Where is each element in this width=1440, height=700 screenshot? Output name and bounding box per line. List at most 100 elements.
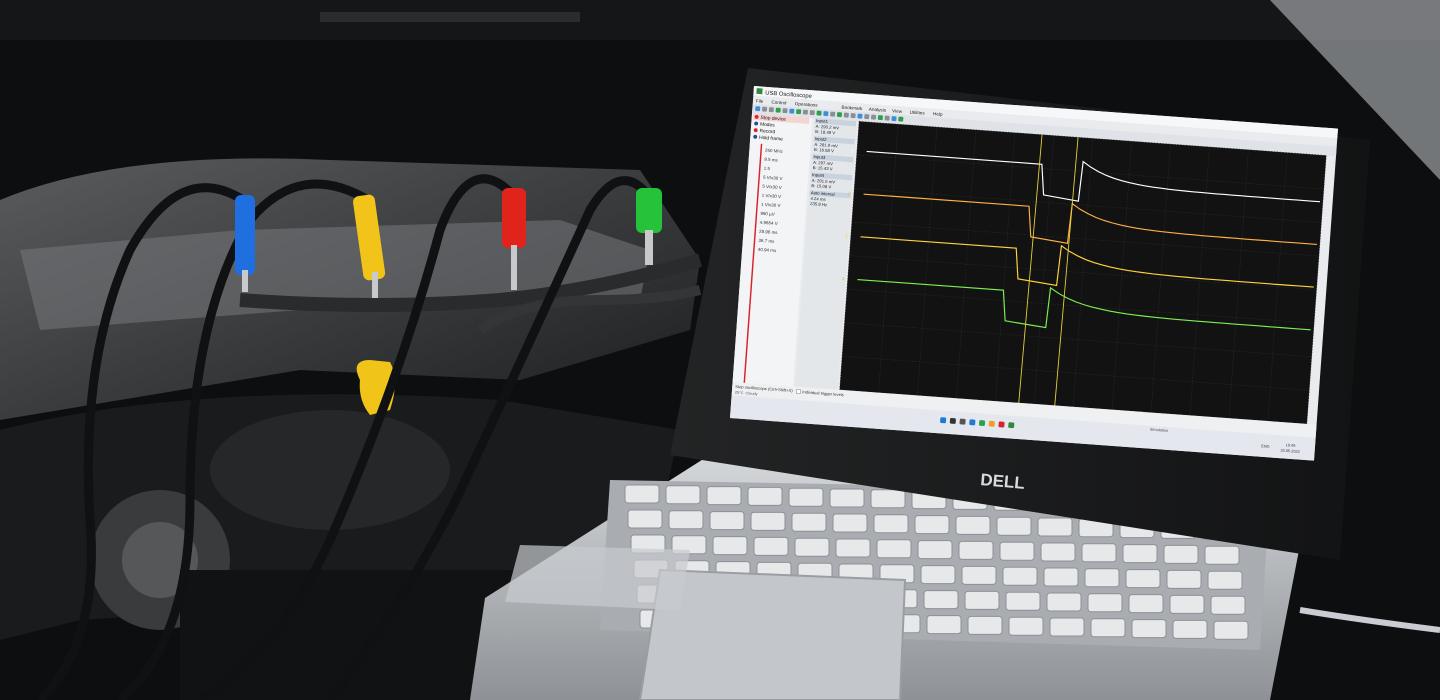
taskbar-app-icon[interactable]: [1008, 422, 1015, 429]
taskbar-app-icon[interactable]: [959, 418, 966, 425]
key[interactable]: [706, 486, 742, 506]
toolbar-button[interactable]: [850, 113, 856, 119]
taskbar-app-icon[interactable]: [949, 417, 956, 424]
sidebar-readout[interactable]: 1.5: [764, 166, 771, 171]
toolbar-button[interactable]: [796, 109, 802, 115]
key[interactable]: [1043, 567, 1079, 587]
toolbar-button[interactable]: [898, 116, 904, 122]
key[interactable]: [1131, 619, 1167, 639]
key[interactable]: [709, 511, 745, 531]
key[interactable]: [788, 487, 824, 507]
key[interactable]: [829, 488, 865, 508]
toolbar-button[interactable]: [836, 112, 843, 118]
key[interactable]: [1037, 517, 1073, 537]
toolbar-button[interactable]: [762, 106, 768, 112]
key[interactable]: [835, 538, 871, 558]
key[interactable]: [955, 515, 991, 535]
key[interactable]: [876, 539, 912, 559]
key[interactable]: [794, 537, 830, 557]
key[interactable]: [923, 590, 959, 610]
key[interactable]: [753, 536, 789, 556]
individual-trigger-checkbox[interactable]: [796, 389, 801, 394]
key[interactable]: [914, 515, 950, 535]
sidebar-item-modes[interactable]: Modes: [760, 122, 776, 129]
key[interactable]: [958, 540, 994, 560]
key[interactable]: [1172, 619, 1208, 639]
key[interactable]: [665, 485, 701, 505]
key[interactable]: [1166, 569, 1202, 589]
toolbar-button[interactable]: [782, 108, 788, 114]
toolbar-button[interactable]: [830, 111, 836, 117]
key[interactable]: [1163, 544, 1199, 564]
hood-edge: [0, 0, 1440, 40]
toolbar-button[interactable]: [823, 111, 829, 117]
key[interactable]: [668, 510, 704, 530]
toolbar-button[interactable]: [802, 109, 808, 115]
toolbar-button[interactable]: [884, 115, 890, 121]
key[interactable]: [926, 615, 962, 635]
menu-item-view[interactable]: View: [892, 108, 903, 114]
key[interactable]: [1002, 566, 1038, 586]
menu-item-help[interactable]: Help: [933, 111, 943, 117]
clock-time[interactable]: 10:45: [1286, 443, 1296, 448]
key[interactable]: [1090, 618, 1126, 638]
key[interactable]: [712, 536, 748, 556]
key[interactable]: [750, 511, 786, 531]
key[interactable]: [1210, 595, 1246, 615]
toolbar-button[interactable]: [843, 112, 849, 118]
key[interactable]: [1125, 569, 1161, 589]
key[interactable]: [747, 486, 783, 506]
toolbar-button[interactable]: [789, 108, 795, 114]
key[interactable]: [996, 516, 1032, 536]
key[interactable]: [967, 615, 1003, 635]
key[interactable]: [832, 513, 868, 533]
key[interactable]: [1081, 543, 1117, 563]
taskbar-app-icon[interactable]: [940, 417, 947, 424]
key[interactable]: [1169, 594, 1205, 614]
sidebar-readout[interactable]: 960 µV: [760, 211, 775, 217]
menu-item-file[interactable]: File: [756, 98, 764, 104]
key[interactable]: [873, 514, 909, 534]
key[interactable]: [1128, 594, 1164, 614]
toolbar-button[interactable]: [877, 115, 883, 121]
key[interactable]: [961, 565, 997, 585]
toolbar-button[interactable]: [864, 114, 870, 120]
workshop-scene: DELL USB Oscilloscope File Control Operati…: [0, 0, 1440, 700]
key[interactable]: [1084, 568, 1120, 588]
sidebar-item-record[interactable]: Record: [759, 128, 775, 135]
hood-vent: [320, 12, 580, 22]
toolbar-button[interactable]: [809, 110, 815, 116]
key[interactable]: [1049, 617, 1085, 637]
key[interactable]: [1046, 592, 1082, 612]
key[interactable]: [1122, 544, 1158, 564]
key[interactable]: [870, 489, 906, 509]
key[interactable]: [1008, 616, 1044, 636]
toolbar-button[interactable]: [816, 110, 822, 116]
key[interactable]: [627, 509, 663, 529]
taskbar-app-icon[interactable]: [988, 420, 995, 427]
toolbar-button[interactable]: [871, 114, 877, 120]
key[interactable]: [1213, 620, 1249, 640]
taskbar-app-icon[interactable]: [969, 419, 976, 426]
key[interactable]: [1005, 591, 1041, 611]
toolbar-button[interactable]: [891, 116, 897, 122]
toolbar-button[interactable]: [775, 107, 781, 113]
key[interactable]: [791, 512, 827, 532]
language-indicator[interactable]: ENG: [1261, 444, 1270, 449]
toolbar-button[interactable]: [768, 107, 774, 113]
key[interactable]: [1207, 570, 1243, 590]
toolbar-button[interactable]: [857, 113, 863, 119]
toolbar-button[interactable]: [755, 106, 761, 112]
key[interactable]: [1204, 545, 1240, 565]
key[interactable]: [917, 540, 953, 560]
key[interactable]: [999, 541, 1035, 561]
key[interactable]: [1087, 593, 1123, 613]
key[interactable]: [964, 590, 1000, 610]
sidebar-readout[interactable]: 9.5 ms: [764, 157, 779, 163]
taskbar-app-icon[interactable]: [979, 420, 986, 427]
key[interactable]: [920, 565, 956, 585]
key[interactable]: [624, 484, 660, 504]
key[interactable]: [1040, 542, 1076, 562]
taskbar-app-icon[interactable]: [998, 421, 1005, 428]
dell-logo: DELL: [980, 470, 1026, 493]
